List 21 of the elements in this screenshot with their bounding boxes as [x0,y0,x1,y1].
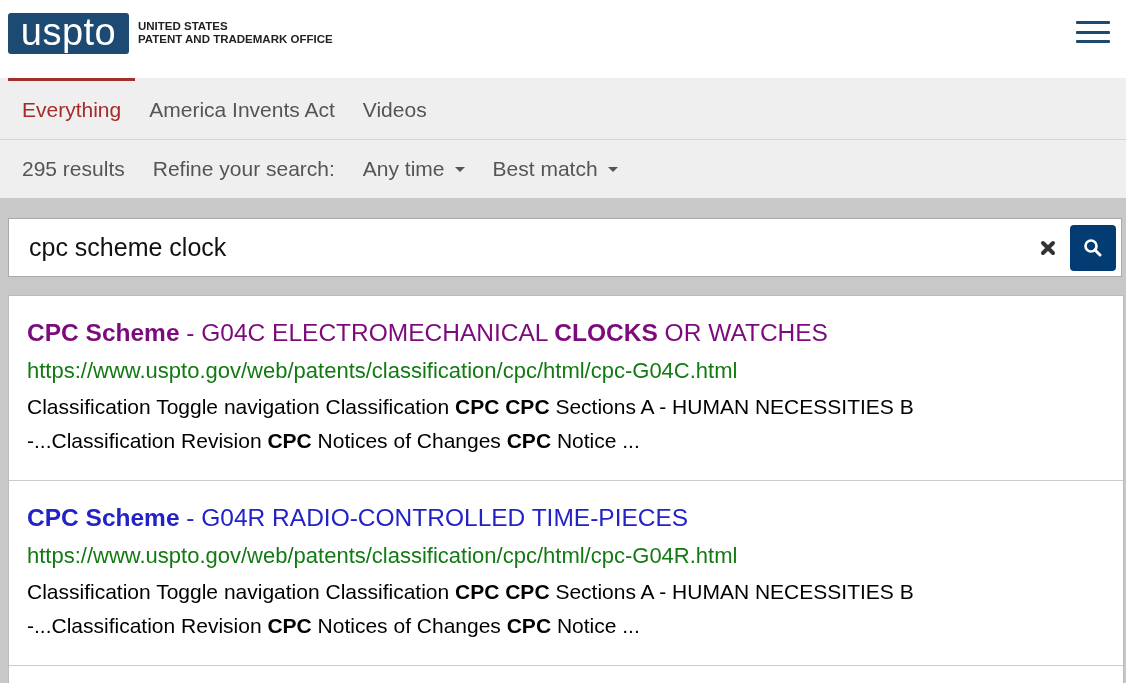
result-url: https://www.uspto.gov/web/patents/classification/cpc/html/cpc-G04R.html [27,542,739,570]
tab[interactable]: America Invents Act [135,78,349,139]
agency-name: UNITED STATES [138,20,229,33]
search-button[interactable] [1070,224,1116,271]
refine-label: Refine your search: [152,157,335,181]
result-snippet: Classification Toggle navigation Classification CPC CPC Sections A - HUMAN NECESSITIES B -...Classification Revision CPC Notices of Changes CPC Notice ... [27,579,915,639]
agency-name: PATENT AND TRADEMARK OFFICE [138,33,333,46]
result-snippet: Classification Toggle navigation Classification CPC CPC Sections A - HUMAN NECESSITIES B -...Classification Revision CPC Notices of Changes CPC Notice ... [27,394,915,454]
result-count: 295 results [22,157,125,181]
result-title-link[interactable]: CPC Scheme - G04C ELECTROMECHANICAL CLOCKS OR WATCHES [27,318,828,348]
tab[interactable]: Videos [348,78,441,139]
result-title-link[interactable]: CPC Scheme - G04R RADIO-CONTROLLED TIME-PIECES [27,503,689,533]
filter-dropdown[interactable]: Best match [492,157,618,181]
menu-icon[interactable] [1076,21,1110,43]
search-bar[interactable]: cpc scheme clock [8,218,1122,277]
logo[interactable]: uspto [8,12,129,54]
clear-icon[interactable] [1040,239,1056,256]
filter-dropdown[interactable]: Any time [362,157,465,181]
result-url: https://www.uspto.gov/web/patents/classification/cpc/html/cpc-G04C.html [27,357,739,385]
search-field[interactable]: cpc scheme clock [27,232,1040,263]
search-icon [1083,237,1103,258]
